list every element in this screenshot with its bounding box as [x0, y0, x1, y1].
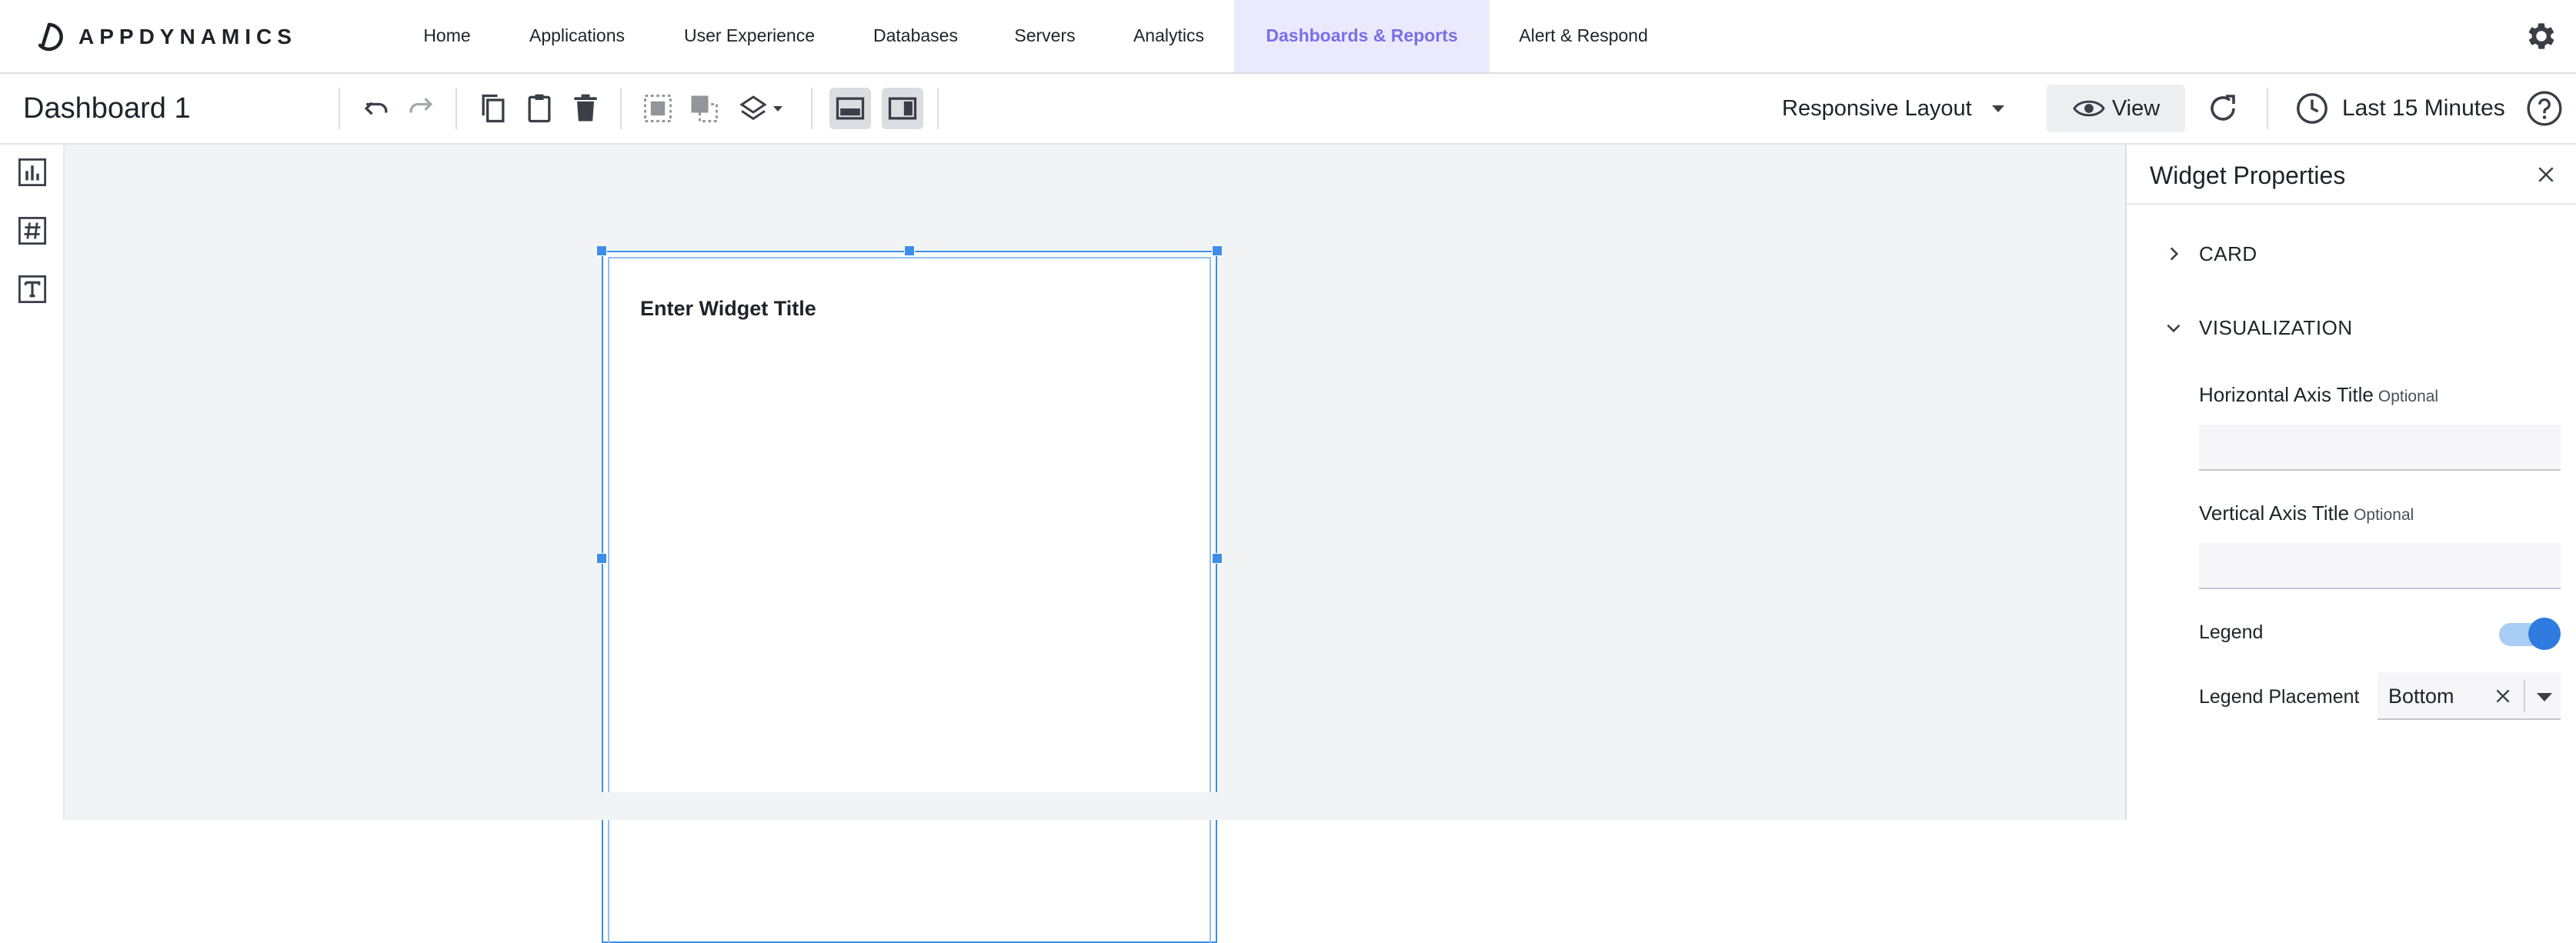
- nav-user-experience[interactable]: User Experience: [666, 0, 833, 72]
- appdynamics-logo-icon: [38, 22, 63, 52]
- redo-icon: [409, 97, 433, 113]
- horizontal-axis-title-input[interactable]: [2199, 425, 2561, 471]
- legend-label: Legend: [2199, 621, 2264, 643]
- nav-alert-respond[interactable]: Alert & Respond: [1508, 0, 1659, 72]
- resize-handle-top-left[interactable]: [596, 245, 607, 256]
- refresh-icon: [2211, 95, 2235, 121]
- bring-forward-icon: [644, 95, 672, 122]
- send-backward-button[interactable]: [683, 88, 725, 129]
- optional-tag: Optional: [2377, 388, 2439, 405]
- optional-tag: Optional: [2354, 506, 2414, 524]
- nav-servers[interactable]: Servers: [1000, 0, 1089, 72]
- refresh-button[interactable]: [2201, 86, 2245, 131]
- legend-placement-label: Legend Placement: [2199, 686, 2360, 708]
- bring-forward-button[interactable]: [637, 88, 679, 129]
- toolbar-divider: [455, 88, 457, 129]
- nav-applications[interactable]: Applications: [514, 0, 640, 72]
- legend-toggle-knob: [2528, 618, 2561, 650]
- legend-toggle[interactable]: [2499, 617, 2561, 651]
- copy-button[interactable]: [472, 88, 514, 129]
- send-backward-icon: [691, 95, 718, 122]
- undo-icon: [364, 102, 388, 115]
- selected-widget[interactable]: Enter Widget Title: [602, 251, 1217, 943]
- toolbar-divider: [811, 88, 813, 129]
- nav-dashboards-reports[interactable]: Dashboards & Reports: [1234, 0, 1490, 72]
- nav-analytics[interactable]: Analytics: [1119, 0, 1219, 72]
- metric-number-widget-icon: [18, 216, 47, 245]
- text-widget-icon: [18, 275, 47, 304]
- legend-placement-value: Bottom: [2388, 685, 2454, 708]
- gear-icon[interactable]: [2524, 18, 2559, 54]
- eye-icon: [2073, 100, 2105, 117]
- help-icon[interactable]: [2525, 89, 2564, 128]
- widget-palette: [0, 145, 65, 820]
- canvas-bottom-edge: [65, 792, 2125, 820]
- copy-icon: [482, 94, 505, 123]
- toolbar-divider: [339, 88, 340, 129]
- resize-handle-right[interactable]: [1212, 553, 1223, 564]
- side-panel-toggle[interactable]: [882, 88, 923, 129]
- delete-button[interactable]: [565, 88, 606, 129]
- top-navigation: APPDYNAMICS Home Applications User Exper…: [0, 0, 2576, 74]
- section-visualization[interactable]: VISUALIZATION: [2164, 312, 2353, 343]
- chevron-down-icon: [1991, 105, 2004, 112]
- time-range-label: Last 15 Minutes: [2342, 95, 2505, 121]
- dashboard-toolbar: Dashboard 1 Responsive Layout View Last …: [0, 74, 2576, 145]
- horizontal-axis-title-label: Horizontal Axis Title Optional: [2199, 383, 2439, 406]
- widget-title[interactable]: Enter Widget Title: [640, 297, 816, 321]
- layout-mode-value: Responsive Layout: [1782, 95, 1972, 121]
- legend-placement-select[interactable]: Bottom: [2377, 672, 2561, 720]
- widget-properties-panel: Widget Properties CARD VISUALIZATION Hor…: [2125, 145, 2576, 820]
- nav-databases[interactable]: Databases: [859, 0, 973, 72]
- dashboard-title[interactable]: Dashboard 1: [23, 74, 191, 143]
- nav-home[interactable]: Home: [402, 0, 492, 72]
- paste-icon: [528, 94, 551, 123]
- resize-handle-top-right[interactable]: [1212, 245, 1223, 256]
- add-chart-widget-button[interactable]: [14, 154, 51, 191]
- resize-handle-top[interactable]: [904, 245, 915, 256]
- view-button[interactable]: View: [2047, 85, 2185, 132]
- dashboard-canvas[interactable]: Enter Widget Title: [65, 145, 2125, 943]
- bottom-panel-icon: [836, 97, 865, 120]
- side-panel-icon: [888, 97, 917, 120]
- chevron-right-icon: [2170, 247, 2179, 261]
- clock-icon: [2297, 93, 2327, 124]
- select-divider: [2524, 680, 2525, 712]
- brand-logo[interactable]: APPDYNAMICS: [34, 20, 297, 54]
- layout-mode-select[interactable]: Responsive Layout: [1782, 88, 2004, 129]
- redo-button[interactable]: [400, 88, 442, 129]
- bottom-panel-toggle[interactable]: [829, 88, 871, 129]
- layers-icon: [739, 95, 767, 121]
- chevron-down-icon: [2167, 324, 2181, 333]
- view-button-label: View: [2111, 95, 2161, 121]
- brand-name: APPDYNAMICS: [78, 25, 297, 48]
- delete-icon: [574, 94, 597, 122]
- section-card[interactable]: CARD: [2164, 238, 2257, 269]
- toolbar-divider: [2267, 88, 2268, 129]
- panel-header: Widget Properties: [2127, 145, 2576, 205]
- section-visualization-label: VISUALIZATION: [2199, 315, 2353, 339]
- layers-dropdown[interactable]: [729, 88, 791, 129]
- panel-title: Widget Properties: [2150, 162, 2346, 189]
- toolbar-divider: [937, 88, 939, 129]
- vertical-axis-title-label: Vertical Axis Title Optional: [2199, 501, 2414, 525]
- clear-icon[interactable]: [2493, 686, 2513, 706]
- vertical-axis-title-input[interactable]: [2199, 543, 2561, 589]
- close-icon[interactable]: [2534, 163, 2558, 186]
- undo-button[interactable]: [355, 88, 397, 129]
- chevron-down-icon[interactable]: [2537, 693, 2552, 701]
- resize-handle-left[interactable]: [596, 553, 607, 564]
- toolbar-divider: [620, 88, 622, 129]
- section-card-label: CARD: [2199, 242, 2257, 265]
- add-text-widget-button[interactable]: [14, 271, 51, 308]
- add-metric-widget-button[interactable]: [14, 212, 51, 249]
- chart-widget-icon: [18, 158, 47, 187]
- chevron-down-icon: [773, 105, 782, 112]
- time-range-picker[interactable]: Last 15 Minutes: [2294, 85, 2505, 132]
- paste-button[interactable]: [519, 88, 560, 129]
